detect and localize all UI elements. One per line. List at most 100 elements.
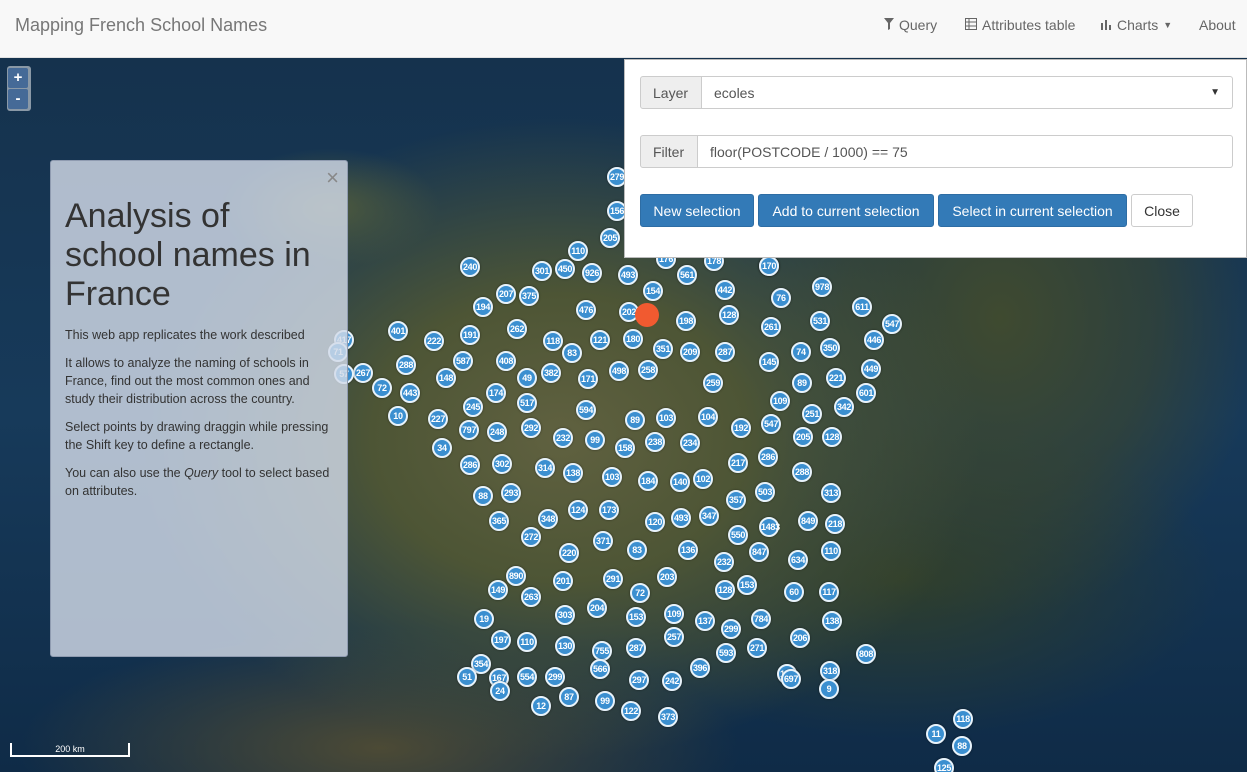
cluster-marker[interactable]: 89: [792, 373, 812, 393]
cluster-marker[interactable]: 299: [721, 619, 741, 639]
cluster-marker[interactable]: 109: [770, 391, 790, 411]
cluster-marker[interactable]: 302: [492, 454, 512, 474]
cluster-marker[interactable]: 74: [791, 342, 811, 362]
cluster-marker[interactable]: 288: [792, 462, 812, 482]
cluster-marker[interactable]: 978: [812, 277, 832, 297]
cluster-marker[interactable]: 19: [474, 609, 494, 629]
close-icon[interactable]: ×: [326, 165, 339, 191]
cluster-marker[interactable]: 503: [755, 482, 775, 502]
cluster-marker[interactable]: 60: [784, 582, 804, 602]
cluster-marker[interactable]: 350: [820, 338, 840, 358]
cluster-marker[interactable]: 554: [517, 667, 537, 687]
cluster-marker[interactable]: 443: [400, 383, 420, 403]
cluster-marker[interactable]: 201: [553, 571, 573, 591]
cluster-marker[interactable]: 128: [715, 580, 735, 600]
nav-query[interactable]: Query: [884, 17, 937, 33]
cluster-marker[interactable]: 103: [656, 408, 676, 428]
cluster-marker[interactable]: 99: [595, 691, 615, 711]
cluster-marker[interactable]: 217: [728, 453, 748, 473]
cluster-marker[interactable]: 120: [645, 512, 665, 532]
cluster-marker[interactable]: 102: [693, 469, 713, 489]
cluster-marker[interactable]: 83: [627, 540, 647, 560]
selected-point-marker[interactable]: [635, 303, 659, 327]
cluster-marker[interactable]: 158: [615, 438, 635, 458]
cluster-marker[interactable]: 138: [822, 611, 842, 631]
cluster-marker[interactable]: 797: [459, 420, 479, 440]
cluster-marker[interactable]: 192: [731, 418, 751, 438]
cluster-marker[interactable]: 34: [432, 438, 452, 458]
cluster-marker[interactable]: 550: [728, 525, 748, 545]
app-title[interactable]: Mapping French School Names: [15, 15, 267, 36]
cluster-marker[interactable]: 24: [490, 681, 510, 701]
cluster-marker[interactable]: 124: [568, 500, 588, 520]
cluster-marker[interactable]: 547: [882, 314, 902, 334]
cluster-marker[interactable]: 293: [501, 483, 521, 503]
select-in-selection-button[interactable]: Select in current selection: [938, 194, 1127, 227]
cluster-marker[interactable]: 220: [559, 543, 579, 563]
cluster-marker[interactable]: 365: [489, 511, 509, 531]
cluster-marker[interactable]: 561: [677, 265, 697, 285]
cluster-marker[interactable]: 218: [825, 514, 845, 534]
cluster-marker[interactable]: 547: [761, 414, 781, 434]
cluster-marker[interactable]: 847: [749, 542, 769, 562]
cluster-marker[interactable]: 128: [719, 305, 739, 325]
cluster-marker[interactable]: 291: [603, 569, 623, 589]
cluster-marker[interactable]: 634: [788, 550, 808, 570]
cluster-marker[interactable]: 10: [388, 406, 408, 426]
cluster-marker[interactable]: 180: [623, 329, 643, 349]
cluster-marker[interactable]: 498: [609, 361, 629, 381]
cluster-marker[interactable]: 184: [638, 471, 658, 491]
cluster-marker[interactable]: 271: [747, 638, 767, 658]
cluster-marker[interactable]: 375: [519, 286, 539, 306]
cluster-marker[interactable]: 261: [761, 317, 781, 337]
cluster-marker[interactable]: 258: [638, 360, 658, 380]
cluster-marker[interactable]: 446: [864, 330, 884, 350]
cluster-marker[interactable]: 136: [678, 540, 698, 560]
cluster-marker[interactable]: 476: [576, 300, 596, 320]
cluster-marker[interactable]: 232: [714, 552, 734, 572]
cluster-marker[interactable]: 154: [643, 281, 663, 301]
cluster-marker[interactable]: 148: [436, 368, 456, 388]
cluster-marker[interactable]: 12: [531, 696, 551, 716]
close-button[interactable]: Close: [1131, 194, 1193, 227]
cluster-marker[interactable]: 242: [662, 671, 682, 691]
cluster-marker[interactable]: 267: [353, 363, 373, 383]
cluster-marker[interactable]: 286: [460, 455, 480, 475]
cluster-marker[interactable]: 287: [715, 342, 735, 362]
add-to-selection-button[interactable]: Add to current selection: [758, 194, 934, 227]
cluster-marker[interactable]: 207: [496, 284, 516, 304]
cluster-marker[interactable]: 110: [517, 632, 537, 652]
layer-select[interactable]: ecoles ▼: [702, 76, 1233, 109]
filter-input[interactable]: floor(POSTCODE / 1000) == 75: [698, 135, 1233, 168]
cluster-marker[interactable]: 257: [664, 627, 684, 647]
cluster-marker[interactable]: 348: [538, 509, 558, 529]
cluster-marker[interactable]: 153: [737, 575, 757, 595]
nav-about[interactable]: About: [1199, 17, 1236, 33]
cluster-marker[interactable]: 198: [676, 311, 696, 331]
cluster-marker[interactable]: 149: [488, 580, 508, 600]
cluster-marker[interactable]: 371: [593, 531, 613, 551]
cluster-marker[interactable]: 118: [953, 709, 973, 729]
cluster-marker[interactable]: 204: [587, 598, 607, 618]
cluster-marker[interactable]: 118: [543, 331, 563, 351]
cluster-marker[interactable]: 318: [820, 661, 840, 681]
cluster-marker[interactable]: 173: [599, 500, 619, 520]
cluster-marker[interactable]: 442: [715, 280, 735, 300]
cluster-marker[interactable]: 245: [463, 397, 483, 417]
cluster-marker[interactable]: 87: [559, 687, 579, 707]
cluster-marker[interactable]: 808: [856, 644, 876, 664]
cluster-marker[interactable]: 517: [517, 393, 537, 413]
cluster-marker[interactable]: 171: [578, 369, 598, 389]
cluster-marker[interactable]: 130: [555, 636, 575, 656]
cluster-marker[interactable]: 89: [625, 410, 645, 430]
cluster-marker[interactable]: 697: [781, 669, 801, 689]
cluster-marker[interactable]: 103: [602, 467, 622, 487]
cluster-marker[interactable]: 566: [590, 659, 610, 679]
cluster-marker[interactable]: 890: [506, 566, 526, 586]
cluster-marker[interactable]: 450: [555, 259, 575, 279]
cluster-marker[interactable]: 205: [793, 427, 813, 447]
cluster-marker[interactable]: 1483: [759, 517, 780, 537]
cluster-marker[interactable]: 259: [703, 373, 723, 393]
cluster-marker[interactable]: 174: [486, 383, 506, 403]
cluster-marker[interactable]: 373: [658, 707, 678, 727]
